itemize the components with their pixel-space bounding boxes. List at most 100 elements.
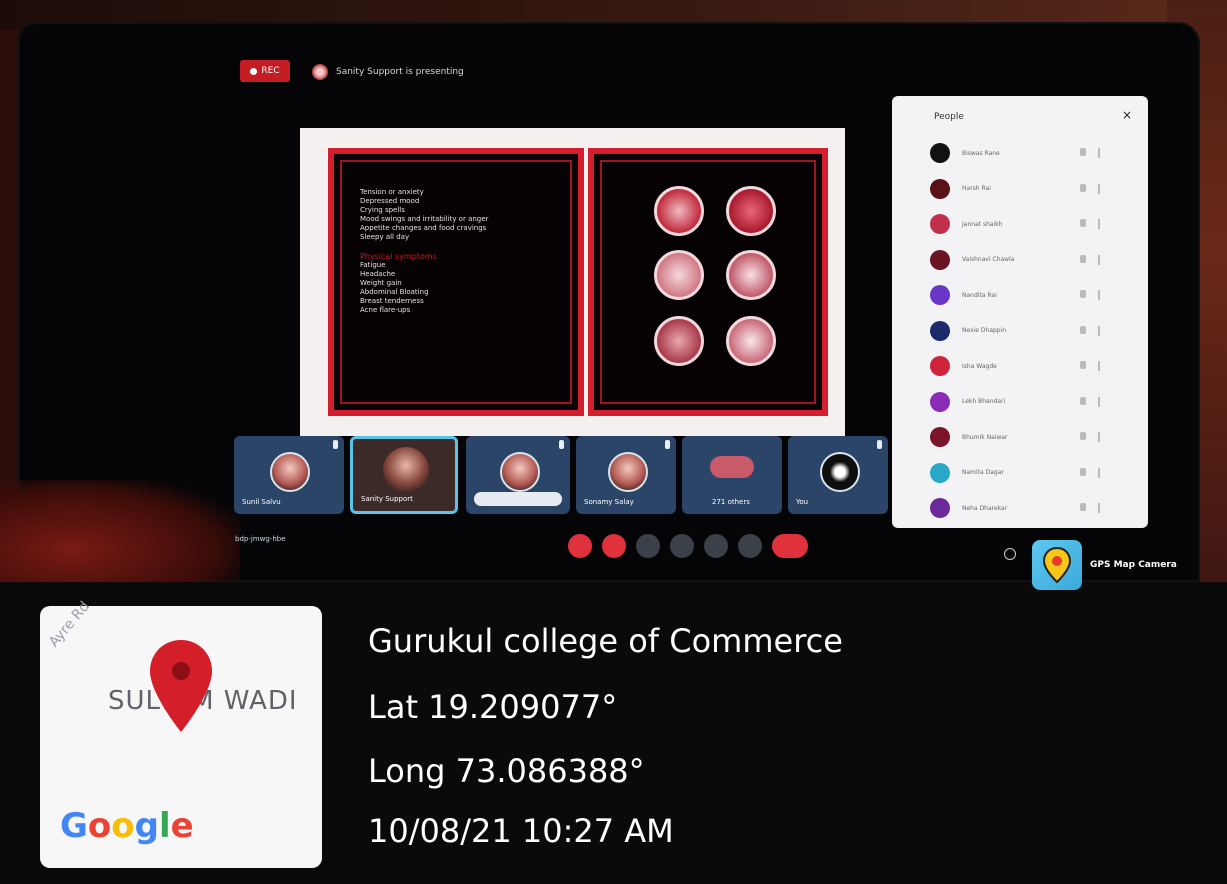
mic-off-button[interactable] xyxy=(568,534,592,558)
avatar xyxy=(930,427,950,447)
person-row[interactable]: Neha Dharekar xyxy=(930,493,1130,523)
avatar xyxy=(820,452,860,492)
symptom-item: Appetite changes and food cravings xyxy=(360,224,487,232)
person-row[interactable]: Jannat shaikh xyxy=(930,209,1130,239)
end-call-button[interactable] xyxy=(772,534,808,558)
google-letter: o xyxy=(87,806,112,846)
avatar xyxy=(930,391,950,412)
avatar xyxy=(930,285,950,305)
person-row[interactable]: Namita Dagar xyxy=(930,458,1130,488)
rec-label: REC xyxy=(261,66,280,76)
person-row[interactable]: Bhumik Naiwar xyxy=(930,422,1130,452)
raise-hand-button[interactable] xyxy=(670,534,694,558)
person-row[interactable]: Harsh Rai xyxy=(930,174,1130,204)
map-thumbnail: SULTAM WADI Google xyxy=(40,606,322,868)
person-name: Harsh Rai xyxy=(962,185,991,192)
person-actions-icon[interactable] xyxy=(1080,254,1100,265)
person-actions-icon[interactable] xyxy=(1080,148,1100,158)
participant-tile-self[interactable]: You xyxy=(788,436,888,514)
participant-tile-presenter[interactable]: Sanity Support xyxy=(350,436,458,514)
participant-tile-others[interactable]: 271 others xyxy=(682,436,782,514)
meeting-code: bdp-jmwg-hbe xyxy=(235,535,286,543)
slide-image xyxy=(726,186,776,236)
person-name: Neha Dharekar xyxy=(962,504,1008,512)
participant-tile[interactable] xyxy=(466,436,570,514)
slide-image xyxy=(726,250,776,300)
slide-right-panel xyxy=(588,148,828,416)
sub-heading: Physical symptoms xyxy=(360,252,437,261)
person-actions-icon[interactable] xyxy=(1080,467,1100,478)
record-icon xyxy=(250,67,258,75)
location-pin-icon xyxy=(148,638,214,738)
info-icon xyxy=(1004,548,1016,560)
people-title: People xyxy=(934,112,964,122)
more-options-button[interactable] xyxy=(738,534,762,558)
physical-item: Breast tenderness xyxy=(360,297,424,305)
google-letter: l xyxy=(158,806,171,846)
avatar xyxy=(270,452,310,492)
avatar xyxy=(930,356,950,376)
person-actions-icon[interactable] xyxy=(1080,396,1100,407)
person-name: Lekh Bhandari xyxy=(962,398,1006,405)
participant-tiles: Sunil Salvu Sanity Support Sonamy Salay … xyxy=(232,432,892,522)
presenter-text: Sanity Support is presenting xyxy=(336,67,464,77)
avatar xyxy=(930,143,950,163)
physical-item: Acne flare-ups xyxy=(360,306,411,314)
recording-badge: REC xyxy=(240,60,290,82)
longitude: Long 73.086388° xyxy=(368,752,645,790)
participant-tile[interactable]: Sonamy Salay xyxy=(576,436,676,514)
participant-name: Sanity Support xyxy=(361,495,413,503)
person-actions-icon[interactable] xyxy=(1080,290,1100,300)
person-name: Isha Wagde xyxy=(962,362,997,370)
person-actions-icon[interactable] xyxy=(1080,325,1100,336)
captions-button[interactable] xyxy=(636,534,660,558)
google-letter: e xyxy=(170,806,194,846)
person-name: Jannat shaikh xyxy=(962,220,1003,228)
physical-item: Headache xyxy=(360,270,396,278)
physical-item: Fatigue xyxy=(360,261,386,269)
symptom-list: Tension or anxiety Depressed mood Crying… xyxy=(360,188,560,315)
google-logo: Google xyxy=(60,806,194,846)
person-actions-icon[interactable] xyxy=(1080,183,1100,194)
map-pin-icon xyxy=(1032,540,1082,590)
person-actions-icon[interactable] xyxy=(1080,361,1100,371)
physical-item: Abdominal Bloating xyxy=(360,288,429,296)
close-icon[interactable]: × xyxy=(1122,108,1132,122)
slide-image xyxy=(654,250,704,300)
person-row[interactable]: Biswas Rane xyxy=(930,138,1130,168)
participant-name xyxy=(474,492,562,506)
avatar xyxy=(930,320,950,341)
participant-name: You xyxy=(796,498,809,506)
symptom-item: Depressed mood xyxy=(360,197,420,205)
present-button[interactable] xyxy=(704,534,728,558)
others-avatars xyxy=(710,456,754,478)
shared-slide: Tension or anxiety Depressed mood Crying… xyxy=(300,128,845,436)
google-letter: G xyxy=(60,806,88,846)
mic-icon xyxy=(665,440,670,449)
person-row[interactable]: Nexie Dhappin xyxy=(930,316,1130,346)
avatar xyxy=(383,447,429,493)
person-actions-icon[interactable] xyxy=(1080,219,1100,229)
participant-tile[interactable]: Sunil Salvu xyxy=(234,436,344,514)
person-row[interactable]: Isha Wagde xyxy=(930,351,1130,381)
person-row[interactable]: Lekh Bhandari xyxy=(930,387,1130,417)
avatar xyxy=(930,214,950,234)
mic-icon xyxy=(333,440,338,449)
person-actions-icon[interactable] xyxy=(1080,503,1100,513)
location-name: Gurukul college of Commerce xyxy=(368,622,843,660)
presenter-avatar xyxy=(312,64,328,80)
symptom-item: Tension or anxiety xyxy=(360,188,424,196)
avatar xyxy=(608,452,648,492)
person-name: Vaishnavi Chawla xyxy=(962,256,1015,263)
person-row[interactable]: Nandita Rai xyxy=(930,280,1130,310)
participant-name: Sonamy Salay xyxy=(584,498,634,506)
camera-off-button[interactable] xyxy=(602,534,626,558)
mic-icon xyxy=(877,440,882,449)
participant-name: Sunil Salvu xyxy=(242,498,281,506)
slide-image xyxy=(654,186,704,236)
google-letter: o xyxy=(111,806,135,846)
person-name: Biswas Rane xyxy=(962,149,1000,157)
gps-brand: GPS Map Camera xyxy=(1032,540,1177,590)
person-row[interactable]: Vaishnavi Chawla xyxy=(930,245,1130,275)
person-actions-icon[interactable] xyxy=(1080,432,1100,442)
